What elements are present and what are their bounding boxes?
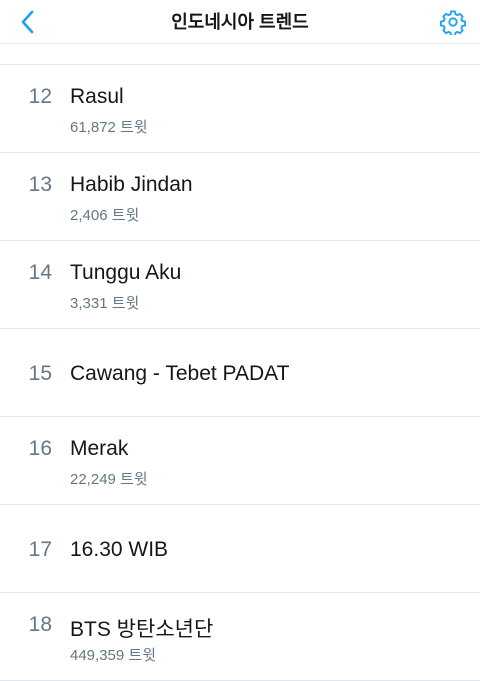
- trend-row[interactable]: 15 Cawang - Tebet PADAT: [0, 329, 480, 417]
- trend-row[interactable]: 17 16.30 WIB: [0, 505, 480, 593]
- trend-rank: 18: [28, 613, 52, 636]
- trend-rank: 15: [28, 362, 52, 385]
- trend-name: BTS 방탄소년단: [70, 618, 214, 641]
- trend-name: Rasul: [70, 85, 124, 108]
- trend-rank: 14: [28, 261, 52, 284]
- settings-button[interactable]: [436, 5, 470, 39]
- page-title: 인도네시아 트렌드: [171, 12, 309, 32]
- navigation-bar: 인도네시아 트렌드: [0, 0, 480, 44]
- gear-icon: [440, 10, 466, 35]
- trend-name: Tunggu Aku: [70, 261, 182, 284]
- trend-tweet-count: 2,406 트윗: [70, 207, 140, 224]
- back-button[interactable]: [12, 6, 44, 38]
- trend-tweet-count: 22,249 트윗: [70, 471, 148, 488]
- trend-row[interactable]: 18 BTS 방탄소년단 449,359 트윗: [0, 593, 480, 681]
- trend-name: Habib Jindan: [70, 173, 193, 196]
- trend-row[interactable]: 14 Tunggu Aku 3,331 트윗: [0, 241, 480, 329]
- trend-name: Cawang - Tebet PADAT: [70, 362, 290, 385]
- trend-row[interactable]: 12 Rasul 61,872 트윗: [0, 65, 480, 153]
- chevron-left-icon: [21, 10, 34, 34]
- trend-row[interactable]: 16 Merak 22,249 트윗: [0, 417, 480, 505]
- trend-rank: 17: [28, 538, 52, 561]
- trend-row[interactable]: 13 Habib Jindan 2,406 트윗: [0, 153, 480, 241]
- trend-rank: 13: [28, 173, 52, 196]
- trend-name: Merak: [70, 437, 129, 460]
- trend-rank: 16: [28, 437, 52, 460]
- trend-tweet-count: 449,359 트윗: [70, 647, 156, 664]
- trend-tweet-count: 61,872 트윗: [70, 119, 148, 136]
- trend-list: 12 Rasul 61,872 트윗 13 Habib Jindan 2,406…: [0, 65, 480, 681]
- trend-rank: 12: [28, 85, 52, 108]
- trend-name: 16.30 WIB: [70, 538, 169, 561]
- trend-tweet-count: 3,331 트윗: [70, 295, 140, 312]
